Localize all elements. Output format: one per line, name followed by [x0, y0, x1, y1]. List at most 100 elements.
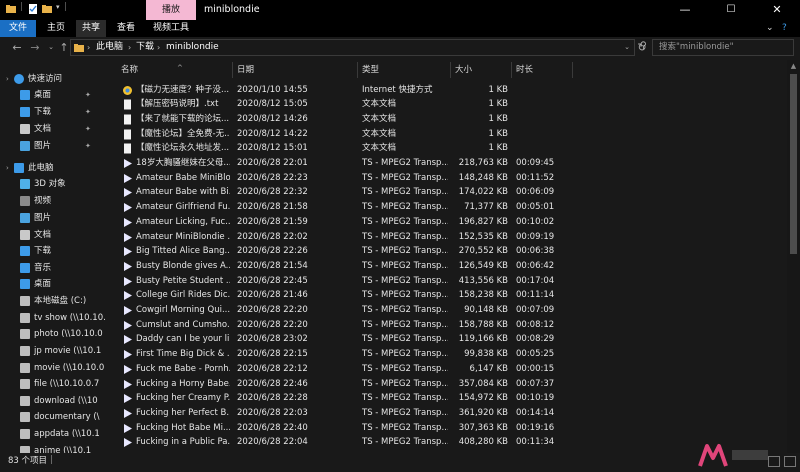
quick-access-dropdown-icon[interactable]: ▾ [56, 3, 60, 11]
file-row[interactable]: Amateur Licking, Fuc... 2020/6/28 21:59 TS… [111, 215, 787, 230]
file-row[interactable]: 【魔性论坛永久地址发... 2020/8/12 15:01 文本文档 1 KB [111, 141, 787, 156]
back-icon[interactable]: ← [10, 37, 24, 58]
file-row[interactable]: Daddy can I be your li... 2020/6/28 23:02… [111, 332, 787, 347]
file-row[interactable]: Big Titted Alice Bang... 2020/6/28 22:26 T… [111, 244, 787, 259]
nav-item[interactable]: appdata (\\10.1 [0, 426, 108, 442]
nav-item[interactable]: › 此电脑 [0, 160, 108, 176]
column-size[interactable]: 大小 [451, 60, 511, 80]
forward-icon[interactable]: → [28, 37, 42, 58]
nav-item[interactable]: 图片 [0, 210, 108, 226]
address-field[interactable]: › 此电脑 › 下载 › miniblondie [70, 39, 635, 56]
file-size: 357,084 KB [458, 378, 508, 389]
status-bar: 83 个项目 | [0, 453, 800, 472]
file-row[interactable]: 【解压密码说明】.txt 2020/8/12 15:05 文本文档 1 KB [111, 97, 787, 112]
file-row[interactable]: Amateur Babe with Bi... 2020/6/28 22:32 TS… [111, 185, 787, 200]
column-name[interactable]: 名称 ^ [117, 60, 232, 80]
nav-item[interactable]: › 快速访问 [0, 71, 108, 87]
column-divider[interactable] [572, 62, 573, 78]
nav-item-label: 文档 [34, 230, 52, 240]
expand-chevron-icon[interactable]: › [6, 71, 9, 87]
nav-item[interactable]: 下载 [0, 243, 108, 259]
column-date[interactable]: 日期 [233, 60, 357, 80]
scrollbar-thumb[interactable] [790, 74, 797, 254]
video-file-icon [124, 394, 132, 404]
nav-item[interactable]: 文档 [0, 227, 108, 243]
scroll-up-icon[interactable]: ▲ [787, 60, 800, 72]
file-row[interactable]: Fucking her Creamy P... 2020/6/28 22:28 TS… [111, 391, 787, 406]
file-size: 408,280 KB [458, 437, 508, 448]
nav-item[interactable]: jp movie (\\10.1 [0, 343, 108, 359]
file-row[interactable]: Amateur Girlfriend Fu... 2020/6/28 21:58 T… [111, 200, 787, 215]
file-row[interactable]: Fucking in a Public Pa... 2020/6/28 22:04… [111, 435, 787, 450]
file-row[interactable]: Amateur Babe MiniBlo... 2020/6/28 22:23 TS… [111, 171, 787, 186]
file-row[interactable]: 【磁力无速度？种子没... 2020/1/10 14:55 Internet 快捷方… [111, 83, 787, 98]
nav-item[interactable]: 图片 ✦ [0, 138, 108, 154]
column-type[interactable]: 类型 [358, 60, 450, 80]
file-row[interactable]: Fucking Hot Babe Mi... 2020/6/28 22:40 TS … [111, 421, 787, 436]
minimize-button[interactable]: — [662, 0, 708, 20]
tab-home[interactable]: 主页 [38, 20, 74, 37]
nav-item[interactable]: tv show (\\10.10. [0, 310, 108, 326]
file-row[interactable]: Busty Blonde gives A... 2020/6/28 21:54 TS… [111, 259, 787, 274]
tab-view[interactable]: 查看 [108, 20, 144, 37]
breadcrumb-miniblondie[interactable]: miniblondie [166, 40, 219, 55]
address-history-icon[interactable]: ⌄ [620, 37, 634, 58]
file-type: TS - MPEG2 Transp... [362, 407, 448, 418]
help-icon[interactable]: ? [782, 20, 787, 37]
properties-icon[interactable] [28, 4, 38, 14]
file-row[interactable]: First Time Big Dick & ... 2020/6/28 22:15… [111, 347, 787, 362]
nav-item[interactable]: 文档 ✦ [0, 121, 108, 137]
file-size: 1 KB [488, 113, 508, 124]
search-input[interactable]: ⚲ 搜索"miniblondie" [640, 39, 794, 56]
nav-item[interactable]: photo (\\10.10.0 [0, 326, 108, 342]
file-row[interactable]: Fucking a Horny Babe... 2020/6/28 22:46 TS… [111, 377, 787, 392]
file-row[interactable]: 【魔性论坛】全免费-无... 2020/8/12 14:22 文本文档 1 KB [111, 127, 787, 142]
tab-file[interactable]: 文件 [0, 20, 36, 37]
video-file-icon [124, 188, 132, 198]
file-row[interactable]: Busty Petite Student ... 2020/6/28 22:45 T… [111, 274, 787, 289]
nav-item[interactable]: documentary (\ [0, 409, 108, 425]
recent-locations-icon[interactable]: ⌄ [44, 37, 58, 58]
breadcrumb-this-pc[interactable]: 此电脑 [96, 40, 123, 55]
file-name: First Time Big Dick & ... [136, 349, 230, 360]
nav-item[interactable]: 视频 [0, 193, 108, 209]
breadcrumb-downloads[interactable]: 下载 [136, 40, 154, 55]
file-date: 2020/6/28 21:58 [237, 202, 308, 213]
nav-item[interactable]: 本地磁盘 (C:) [0, 293, 108, 309]
file-row[interactable]: Cumslut and Cumsho... 2020/6/28 22:20 TS -… [111, 318, 787, 333]
context-tab-play[interactable]: 播放 [146, 0, 196, 20]
video-file-icon [124, 335, 132, 345]
new-folder-icon[interactable] [42, 4, 52, 14]
maximize-button[interactable]: ☐ [708, 0, 754, 20]
file-date: 2020/6/28 21:46 [237, 290, 308, 301]
file-row[interactable]: Cowgirl Morning Qui... 2020/6/28 22:20 TS … [111, 303, 787, 318]
file-row[interactable]: Fucking her Perfect B... 2020/6/28 22:03 T… [111, 406, 787, 421]
up-icon[interactable]: ↑ [57, 37, 71, 58]
file-date: 2020/6/28 22:23 [237, 172, 308, 183]
nav-item[interactable]: 桌面 ✦ [0, 87, 108, 103]
close-button[interactable]: ✕ [754, 0, 800, 20]
expand-ribbon-icon[interactable]: ⌄ [766, 20, 774, 37]
tab-share[interactable]: 共享 [76, 20, 106, 37]
column-duration[interactable]: 时长 [512, 60, 572, 80]
nav-item[interactable]: download (\\10 [0, 393, 108, 409]
nav-item-label: 图片 [34, 213, 52, 223]
nav-item[interactable]: movie (\\10.10.0 [0, 360, 108, 376]
tab-video-tools[interactable]: 视频工具 [146, 20, 196, 37]
nav-item[interactable]: 音乐 [0, 260, 108, 276]
large-icons-view-icon[interactable] [784, 456, 796, 467]
nav-item[interactable]: file (\\10.10.0.7 [0, 376, 108, 392]
file-row[interactable]: College Girl Rides Dic... 2020/6/28 21:46… [111, 288, 787, 303]
nav-item[interactable]: 3D 对象 [0, 176, 108, 192]
nav-item[interactable]: anime (\\10.1 [0, 443, 108, 453]
file-duration: 00:09:45 [516, 158, 555, 168]
file-row[interactable]: Amateur MiniBlondie ... 2020/6/28 22:02 TS… [111, 230, 787, 245]
file-row[interactable]: Fuck me Babe - Pornh... 2020/6/28 22:12 TS… [111, 362, 787, 377]
nav-item[interactable]: 桌面 [0, 276, 108, 292]
file-row[interactable]: 【来了就能下载的论坛... 2020/8/12 14:26 文本文档 1 KB [111, 112, 787, 127]
nav-item[interactable]: 下载 ✦ [0, 104, 108, 120]
video-file-icon [124, 438, 132, 448]
vertical-scrollbar[interactable]: ▲ [787, 60, 800, 453]
file-row[interactable]: 18岁大胸骚继妹在父母... 2020/6/28 22:01 TS - MPEG2 … [111, 156, 787, 171]
expand-chevron-icon[interactable]: › [6, 160, 9, 176]
